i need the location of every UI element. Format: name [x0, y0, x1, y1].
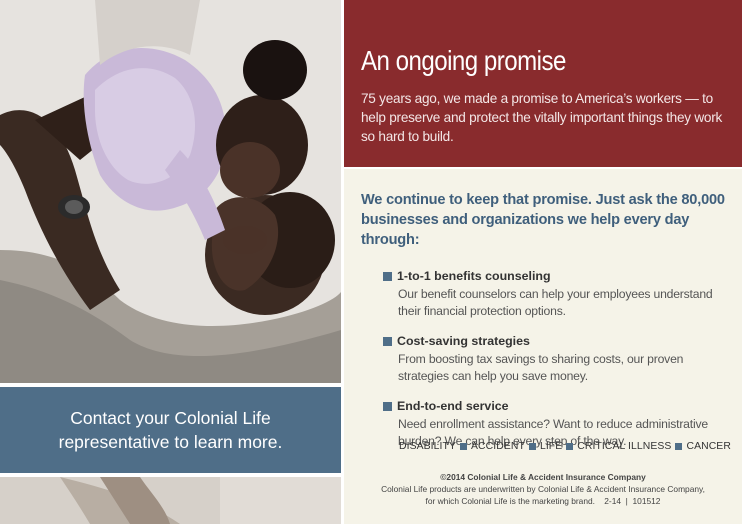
square-bullet-icon — [383, 336, 392, 346]
square-separator-icon — [460, 443, 468, 450]
feature-heading: End-to-end service — [383, 398, 728, 414]
feature-description: From boosting tax savings to sharing cos… — [398, 352, 684, 383]
feature-list: 1-to-1 benefits counseling Our benefit c… — [361, 268, 728, 450]
bottom-photo-strip — [0, 477, 341, 524]
father-child-photo — [0, 0, 341, 383]
disclaimer-line: for which Colonial Life is the marketing… — [425, 496, 661, 506]
square-separator-icon — [528, 443, 536, 450]
lead-statement: We continue to keep that promise. Just a… — [361, 192, 725, 248]
product-lines: DISABILITY ACCIDENT LIFE CRITICAL ILLNES… — [399, 441, 731, 452]
feature-item: Cost-saving strategies From boosting tax… — [383, 333, 728, 385]
contact-banner: Contact your Colonial Life representativ… — [0, 387, 341, 473]
disclaimer-line: Colonial Life products are underwritten … — [381, 484, 705, 494]
feature-description: Our benefit counselors can help your emp… — [398, 287, 713, 318]
photo-illustration — [0, 0, 341, 383]
feature-title: 1-to-1 benefits counseling — [397, 269, 551, 283]
bottom-photo-illustration — [0, 477, 341, 524]
promise-header: An ongoing promise 75 years ago, we made… — [344, 0, 742, 167]
product-line: DISABILITY — [399, 441, 457, 452]
feature-heading: Cost-saving strategies — [383, 333, 728, 349]
product-line: CRITICAL ILLNESS — [577, 441, 672, 452]
feature-title: End-to-end service — [397, 399, 509, 413]
product-line: CANCER — [686, 441, 731, 452]
content-panel: We continue to keep that promise. Just a… — [344, 169, 742, 524]
feature-heading: 1-to-1 benefits counseling — [383, 268, 728, 284]
square-separator-icon — [675, 443, 683, 450]
footer: ©2014 Colonial Life & Accident Insurance… — [344, 472, 742, 507]
square-separator-icon — [566, 443, 574, 450]
contact-text: Contact your Colonial Life representativ… — [58, 408, 283, 452]
page-title: An ongoing promise — [361, 45, 566, 76]
feature-title: Cost-saving strategies — [397, 334, 530, 348]
copyright-notice: ©2014 Colonial Life & Accident Insurance… — [440, 472, 646, 482]
product-line: ACCIDENT — [471, 441, 525, 452]
square-bullet-icon — [383, 401, 392, 411]
square-bullet-icon — [383, 271, 392, 281]
header-body-text: 75 years ago, we made a promise to Ameri… — [361, 91, 723, 144]
product-line: LIFE — [539, 441, 563, 452]
feature-item: 1-to-1 benefits counseling Our benefit c… — [383, 268, 728, 320]
